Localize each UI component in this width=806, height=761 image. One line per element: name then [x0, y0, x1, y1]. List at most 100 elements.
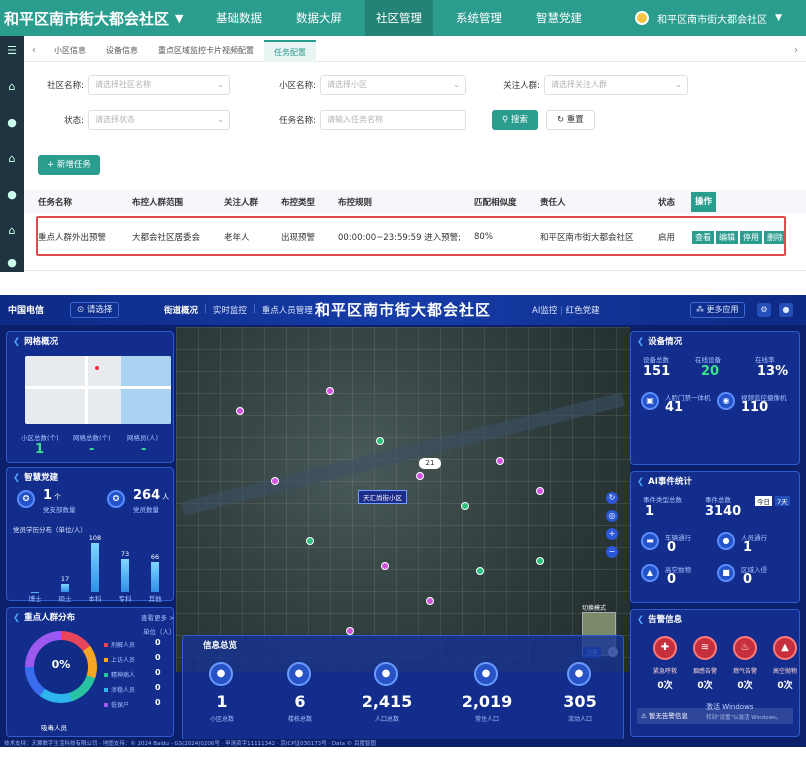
toggle-7days[interactable]: 7天 — [775, 496, 790, 506]
map-marker[interactable] — [496, 457, 504, 465]
cluster-count[interactable]: 21 — [419, 458, 441, 469]
estate-icon: ● — [209, 662, 233, 686]
nav-street-overview[interactable]: 街道概况 — [164, 304, 198, 316]
location-select[interactable]: ⊙ 请选择 — [70, 302, 120, 318]
map-marker[interactable] — [326, 387, 334, 395]
nav-red-party[interactable]: 红色党建 — [566, 306, 600, 316]
nav-smart-party[interactable]: 智慧党建 — [525, 0, 593, 36]
key-people-title: ❮ 重点人群分布 — [13, 611, 75, 623]
building-icon[interactable]: ⌂ — [3, 222, 21, 240]
zoom-in-icon[interactable]: + — [606, 528, 618, 540]
toggle-today[interactable]: 今日 — [755, 496, 772, 506]
home-icon[interactable]: ⌂ — [3, 78, 21, 96]
legend-item: 上访人员 — [104, 655, 135, 664]
nav-community-mgmt[interactable]: 社区管理 — [365, 0, 433, 36]
horizontal-scrollbar[interactable] — [24, 270, 806, 271]
tab-estate-info[interactable]: 小区信息 — [44, 40, 96, 62]
ai-title-text: AI事件统计 — [648, 477, 692, 487]
legend-value: 0 — [155, 653, 161, 662]
locate-icon[interactable]: ◎ — [606, 510, 618, 522]
device-total-label: 设备总数 — [643, 356, 669, 364]
refresh-icon: ↻ — [556, 115, 567, 125]
map-marker[interactable] — [461, 502, 469, 510]
estate-select[interactable]: 请选择小区 ⌄ — [320, 75, 466, 95]
info-label: 常住人口 — [474, 716, 499, 723]
user-icon[interactable]: ● — [779, 303, 793, 317]
legend-value: 0 — [155, 683, 161, 692]
nav-system-mgmt[interactable]: 系统管理 — [445, 0, 513, 36]
nav-key-people[interactable]: 重点人员管理 — [262, 304, 313, 316]
map-marker[interactable] — [536, 557, 544, 565]
device-online-label: 在线设备 — [695, 356, 721, 364]
tab-video-config[interactable]: 重点区域监控卡片视频配置 — [148, 40, 264, 62]
community-switcher[interactable]: 和平区南市街大都会社区 ▼ — [0, 8, 205, 29]
device-rate-value: 13% — [757, 364, 789, 379]
task-name-input[interactable]: 请输入任务名称 — [320, 110, 466, 130]
info-estate: ● 1 小区总数 — [183, 652, 261, 738]
col-rule: 布控规则 — [338, 198, 373, 208]
highlight-box — [36, 216, 786, 256]
add-task-button[interactable]: + 新增任务 — [38, 155, 100, 175]
map-marker[interactable] — [476, 567, 484, 575]
selected-estate-label[interactable]: 天汇尚街小区 — [358, 490, 407, 504]
zoom-out-icon[interactable]: − — [606, 546, 618, 558]
smoke-icon: ≋ — [693, 636, 717, 660]
mini-map[interactable] — [25, 356, 171, 424]
donut-percent: 0% — [51, 658, 71, 671]
community-select[interactable]: 请选择社区名称 ⌄ — [88, 75, 230, 95]
caret-down-icon: ▼ — [175, 11, 184, 25]
map-mode-label: 切换模式 — [582, 605, 607, 612]
col-ops: 操作 — [691, 192, 717, 212]
user-menu[interactable]: 和平区南市街大都会社区 ▼ — [635, 0, 782, 36]
donut-caption: 吸毒人员 — [41, 724, 67, 732]
network-title: ❮ 网格概况 — [13, 335, 58, 347]
nav-ai-monitor[interactable]: AI监控 — [532, 306, 557, 316]
nav-live-monitor[interactable]: 实时监控 — [213, 304, 247, 316]
estate-count-label: 小区总数(个) — [21, 434, 59, 442]
nav-basic-data[interactable]: 基础数据 — [205, 0, 273, 36]
tab-device-info[interactable]: 设备信息 — [96, 40, 148, 62]
telecom-logo: 中国电信 — [8, 306, 45, 316]
edu-bar-value: 108 — [88, 534, 102, 542]
map-marker[interactable] — [426, 597, 434, 605]
info-label: 楼栋总数 — [287, 716, 312, 723]
tab-task-config[interactable]: 任务配置 — [264, 39, 316, 62]
satellite-map[interactable]: 天汇尚街小区 21 ↻ ◎ + − 切换模式 卫星 ✓ — [176, 327, 630, 672]
info-title-text: 信息总览 — [203, 641, 238, 651]
map-marker[interactable] — [376, 437, 384, 445]
map-marker[interactable] — [536, 487, 544, 495]
crowd-select[interactable]: 请选择关注人群 ⌄ — [544, 75, 688, 95]
map-marker[interactable] — [271, 477, 279, 485]
menu-toggle-icon[interactable]: ☰ — [3, 42, 21, 60]
more-apps-button[interactable]: ⁂ 更多应用 — [690, 302, 745, 318]
user-icon[interactable]: ● — [3, 114, 21, 132]
chevron-right-icon[interactable]: › — [786, 45, 806, 56]
legend-label: 刑解人员 — [111, 642, 136, 649]
map-marker[interactable] — [381, 562, 389, 570]
map-marker[interactable] — [306, 537, 314, 545]
building-icon: ● — [287, 662, 311, 686]
user-icon[interactable]: ● — [3, 254, 21, 272]
estate-placeholder: 请选择小区 — [327, 80, 367, 89]
status-select[interactable]: 请选择状态 ⌄ — [88, 110, 230, 130]
info-title: 信息总览 — [203, 639, 237, 651]
map-marker[interactable] — [236, 407, 244, 415]
nav-data-screen[interactable]: 数据大屏 — [285, 0, 353, 36]
refresh-icon[interactable]: ↻ — [606, 492, 618, 504]
user-icon[interactable]: ● — [3, 186, 21, 204]
view-more-link[interactable]: 查看更多 > — [141, 612, 175, 622]
warning-icon: ⚠ — [641, 712, 649, 720]
estate-count-value: 1 — [35, 442, 45, 457]
map-marker[interactable] — [346, 627, 354, 635]
avatar — [635, 11, 650, 25]
reset-button[interactable]: ↻ 重置 — [545, 110, 595, 130]
building-icon[interactable]: ⌂ — [3, 150, 21, 168]
community-dashboard: 中国电信 ⊙ 请选择 街道概况 | 实时监控 | 重点人员管理 和平区南市街大都… — [0, 295, 806, 747]
search-button[interactable]: ⚲ 搜索 — [492, 110, 538, 130]
map-marker[interactable] — [416, 472, 424, 480]
edu-bar-value: 66 — [150, 553, 160, 561]
chevron-left-icon[interactable]: ‹ — [24, 45, 44, 56]
gear-icon[interactable]: ⚙ — [757, 303, 771, 317]
edu-bar-category: 本科 — [88, 595, 102, 603]
task-name-placeholder: 请输入任务名称 — [327, 115, 383, 124]
